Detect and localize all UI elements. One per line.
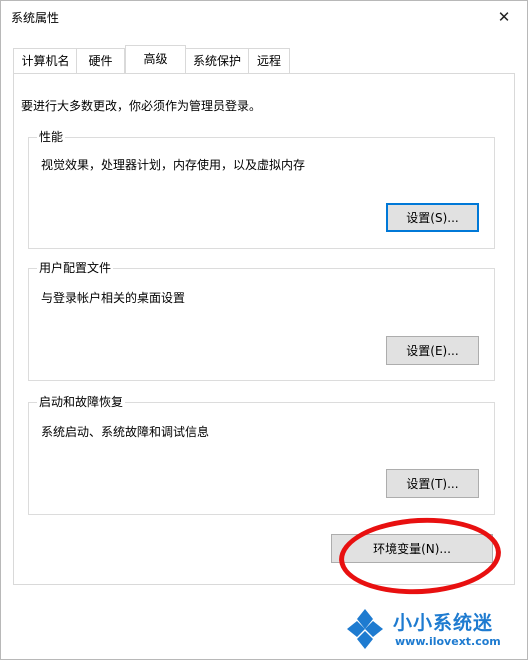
tab-advanced[interactable]: 高级 — [125, 45, 186, 73]
system-properties-dialog: 系统属性 ✕ 计算机名 硬件 高级 系统保护 远程 要进行大多数更改，你必须作为… — [0, 0, 528, 660]
admin-notice: 要进行大多数更改，你必须作为管理员登录。 — [21, 99, 262, 113]
close-icon[interactable]: ✕ — [481, 1, 527, 33]
tab-bar: 计算机名 硬件 高级 系统保护 远程 — [13, 45, 513, 74]
title-bar: 系统属性 ✕ — [1, 1, 527, 33]
logo-icon — [347, 609, 383, 649]
tab-hardware[interactable]: 硬件 — [76, 48, 125, 73]
startup-recovery-settings-button[interactable]: 设置(T)... — [386, 469, 479, 498]
user-profiles-title: 用户配置文件 — [37, 261, 114, 275]
tab-remote[interactable]: 远程 — [248, 48, 290, 73]
startup-recovery-title: 启动和故障恢复 — [37, 395, 126, 409]
window-title: 系统属性 — [11, 11, 60, 25]
performance-desc: 视觉效果，处理器计划，内存使用，以及虚拟内存 — [41, 158, 306, 172]
performance-group: 性能 视觉效果，处理器计划，内存使用，以及虚拟内存 设置(S)... — [28, 130, 495, 249]
tab-system-protection[interactable]: 系统保护 — [185, 48, 249, 73]
user-profiles-desc: 与登录帐户相关的桌面设置 — [41, 291, 186, 305]
watermark-title: 小小系统迷 — [393, 612, 494, 634]
startup-recovery-group: 启动和故障恢复 系统启动、系统故障和调试信息 设置(T)... — [28, 395, 495, 515]
tab-computer-name[interactable]: 计算机名 — [13, 48, 78, 73]
watermark: 小小系统迷 www.ilovext.com — [341, 605, 521, 655]
watermark-url: www.ilovext.com — [395, 635, 501, 648]
performance-title: 性能 — [37, 130, 66, 144]
performance-settings-button[interactable]: 设置(S)... — [386, 203, 479, 232]
user-profiles-group: 用户配置文件 与登录帐户相关的桌面设置 设置(E)... — [28, 261, 495, 381]
startup-recovery-desc: 系统启动、系统故障和调试信息 — [41, 425, 210, 439]
user-profiles-settings-button[interactable]: 设置(E)... — [386, 336, 479, 365]
